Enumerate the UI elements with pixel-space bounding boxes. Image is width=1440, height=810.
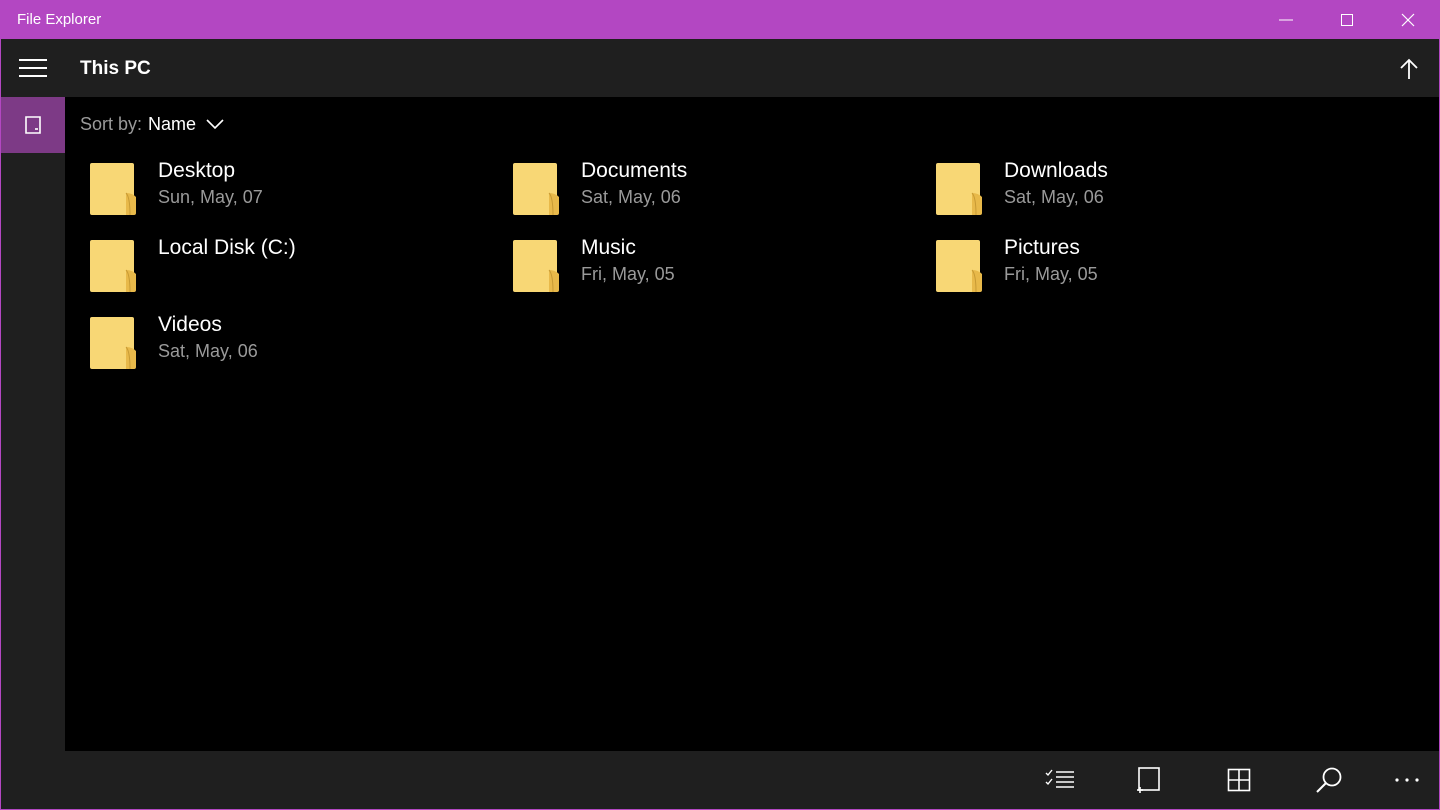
up-button[interactable] [1393, 53, 1425, 85]
nav-rail [1, 39, 65, 809]
folder-icon [513, 240, 559, 292]
content-area: Sort by: Name Desktop Sun, May, 07 Documen… [65, 97, 1439, 751]
folder-icon [90, 240, 136, 292]
minimize-button[interactable] [1256, 0, 1316, 39]
search-button[interactable] [1300, 751, 1358, 809]
page-title: This PC [80, 58, 151, 79]
folder-date: Sun, May, 07 [158, 187, 263, 207]
folder-item[interactable]: Downloads Sat, May, 06 [936, 157, 1336, 223]
more-icon [1395, 778, 1419, 782]
close-icon [1401, 13, 1415, 26]
new-tab-icon [1137, 767, 1160, 793]
page-header: This PC [65, 39, 1439, 97]
select-button[interactable] [1031, 751, 1089, 809]
grid-view-icon [1227, 768, 1251, 792]
close-button[interactable] [1378, 0, 1438, 39]
nav-item-this-pc[interactable] [1, 97, 65, 153]
chevron-down-icon [206, 118, 224, 129]
minimize-icon [1279, 19, 1293, 20]
sort-value: Name [148, 113, 197, 134]
folder-item[interactable]: Desktop Sun, May, 07 [90, 157, 490, 223]
select-list-icon [1045, 769, 1074, 788]
folder-item[interactable]: Local Disk (C:) [90, 234, 490, 300]
folder-name: Downloads [1004, 159, 1108, 182]
folder-item[interactable]: Pictures Fri, May, 05 [936, 234, 1336, 300]
hamburger-icon [19, 59, 47, 77]
window-title: File Explorer [17, 11, 102, 28]
folder-icon [936, 163, 982, 215]
folder-date: Fri, May, 05 [1004, 264, 1098, 284]
folder-date: Fri, May, 05 [581, 264, 675, 284]
folder-name: Pictures [1004, 236, 1080, 259]
folder-icon [90, 163, 136, 215]
new-tab-button[interactable] [1120, 751, 1178, 809]
folder-item[interactable]: Documents Sat, May, 06 [513, 157, 913, 223]
maximize-icon [1341, 13, 1353, 26]
folder-item[interactable]: Videos Sat, May, 06 [90, 311, 490, 377]
folder-name: Desktop [158, 159, 236, 182]
maximize-button[interactable] [1317, 0, 1377, 39]
menu-button[interactable] [1, 39, 65, 97]
folder-name: Documents [581, 159, 688, 182]
sort-dropdown[interactable]: Sort by: Name [80, 112, 224, 136]
title-bar: File Explorer [0, 0, 1440, 39]
folder-name: Videos [158, 313, 222, 336]
folder-name: Music [581, 236, 636, 259]
folder-icon [513, 163, 559, 215]
grid-view-button[interactable] [1210, 751, 1268, 809]
folder-date: Sat, May, 06 [581, 187, 681, 207]
folder-icon [90, 317, 136, 369]
more-button[interactable] [1378, 751, 1436, 809]
folder-date: Sat, May, 06 [1004, 187, 1104, 207]
command-bar [65, 751, 1439, 809]
folder-date: Sat, May, 06 [158, 341, 258, 361]
folder-name: Local Disk (C:) [158, 236, 296, 259]
arrow-up-icon [1400, 58, 1418, 79]
device-icon [25, 116, 41, 134]
sort-label: Sort by: [80, 113, 143, 134]
folder-icon [936, 240, 982, 292]
search-icon [1316, 767, 1342, 793]
folder-item[interactable]: Music Fri, May, 05 [513, 234, 913, 300]
